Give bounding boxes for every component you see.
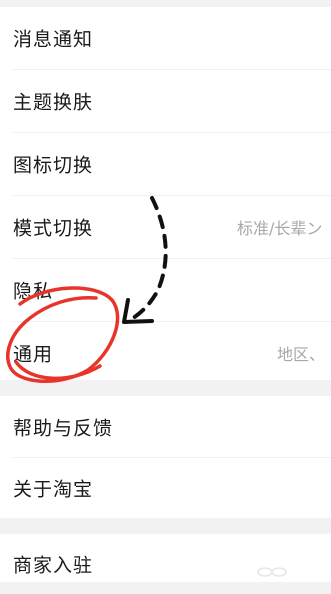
settings-item-theme[interactable]: 主题换肤 [0, 70, 331, 132]
settings-item-help-feedback[interactable]: 帮助与反馈 [0, 396, 331, 458]
settings-item-label: 主题换肤 [13, 91, 94, 114]
settings-item-label: 模式切换 [13, 217, 94, 240]
watermark-logo [257, 567, 287, 577]
settings-item-label: 通用 [13, 343, 54, 366]
settings-item-label: 帮助与反馈 [13, 417, 114, 440]
settings-item-label: 隐私 [13, 280, 54, 303]
settings-item-value: 标准/长辈ン [237, 219, 323, 238]
settings-group-main: 消息通知 主题换肤 图标切换 模式切换 标准/长辈ン 隐私 通用 地区、 [0, 7, 331, 380]
settings-item-general[interactable]: 通用 地区、 [0, 322, 331, 384]
settings-item-merchant-join[interactable]: 商家入驻 [0, 534, 331, 594]
settings-item-label: 商家入驻 [13, 554, 94, 577]
settings-item-about-taobao[interactable]: 关于淘宝 [0, 458, 331, 518]
settings-item-value: 地区、 [277, 345, 326, 364]
settings-item-label: 图标切换 [13, 154, 94, 177]
settings-item-mode-switch[interactable]: 模式切换 标准/长辈ン [0, 196, 331, 258]
top-separator [0, 0, 331, 7]
settings-item-label: 消息通知 [13, 28, 94, 51]
settings-item-privacy[interactable]: 隐私 [0, 259, 331, 321]
settings-item-icon-switch[interactable]: 图标切换 [0, 133, 331, 195]
settings-group-about: 帮助与反馈 关于淘宝 [0, 396, 331, 518]
settings-item-notifications[interactable]: 消息通知 [0, 7, 331, 69]
settings-item-label: 关于淘宝 [13, 478, 94, 501]
